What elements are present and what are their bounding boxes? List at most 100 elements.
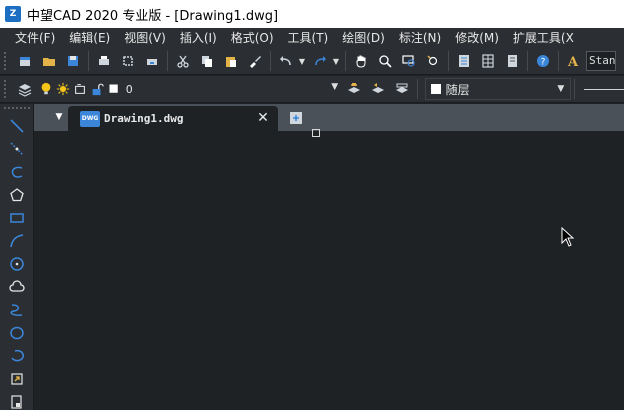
spline-icon xyxy=(10,303,23,316)
crosshair-pickbox xyxy=(312,129,320,137)
menu-edit[interactable]: 编辑(E) xyxy=(62,28,117,48)
draw-toolbar xyxy=(0,104,34,410)
revision-cloud-button[interactable] xyxy=(0,275,34,298)
separator xyxy=(167,51,168,71)
standard-toolbar: ▼ ▼ ? A Stan xyxy=(0,48,624,75)
toolbar-grip[interactable] xyxy=(4,52,10,70)
text-style-button[interactable]: A xyxy=(563,50,585,72)
ellipse-tool-button[interactable] xyxy=(0,321,34,344)
make-block-button[interactable] xyxy=(0,390,34,410)
design-center-button[interactable] xyxy=(477,50,499,72)
tab-drawing1[interactable]: DWG Drawing1.dwg ✕ xyxy=(68,106,278,131)
ellipse-arc-icon xyxy=(11,349,25,361)
separator xyxy=(558,51,559,71)
cut-button[interactable] xyxy=(172,50,194,72)
text-style-select[interactable]: Stan xyxy=(586,51,616,71)
zoom-previous-button[interactable] xyxy=(422,50,444,72)
undo-button[interactable] xyxy=(275,50,297,72)
pan-button[interactable] xyxy=(350,50,372,72)
mouse-pointer-icon xyxy=(561,227,575,247)
menu-modify[interactable]: 修改(M) xyxy=(448,28,506,48)
close-tab-icon[interactable]: ✕ xyxy=(256,110,270,126)
toolbar-grip[interactable] xyxy=(4,80,10,98)
tool-palettes-button[interactable] xyxy=(501,50,523,72)
menu-dimension[interactable]: 标注(N) xyxy=(392,28,448,48)
hand-icon xyxy=(356,55,366,68)
menu-draw[interactable]: 绘图(D) xyxy=(335,28,392,48)
printer-icon xyxy=(99,56,109,65)
circle-tool-button[interactable] xyxy=(0,252,34,275)
tab-label: Drawing1.dwg xyxy=(104,112,184,125)
make-object-layer-current-button[interactable] xyxy=(343,78,365,100)
print-preview-button[interactable] xyxy=(117,50,139,72)
layer-name: 0 xyxy=(125,82,133,96)
redo-button[interactable] xyxy=(309,50,331,72)
layer-previous-button[interactable] xyxy=(367,78,389,100)
layer-dropdown-icon: ▼ xyxy=(331,82,339,92)
spline-tool-button[interactable] xyxy=(0,298,34,321)
menu-extension-tools[interactable]: 扩展工具(X xyxy=(506,28,581,48)
zoom-window-button[interactable] xyxy=(398,50,420,72)
polyline-tool-button[interactable] xyxy=(0,160,34,183)
redo-dropdown-icon[interactable]: ▼ xyxy=(332,50,340,72)
layer-color-swatch-icon xyxy=(107,81,121,97)
layers-toolbar: 0 ▼ 随层 ▼ xyxy=(0,76,624,103)
toolbar-grip[interactable] xyxy=(4,107,30,111)
copy-button[interactable] xyxy=(196,50,218,72)
new-tab-button[interactable] xyxy=(288,110,306,126)
ellipse-icon xyxy=(10,326,24,339)
copy-icon xyxy=(202,56,212,67)
lightbulb-icon xyxy=(39,81,53,97)
arc-tool-button[interactable] xyxy=(0,229,34,252)
insert-block-button[interactable] xyxy=(0,367,34,390)
menu-tools[interactable]: 工具(T) xyxy=(281,28,336,48)
circle-icon xyxy=(10,256,24,271)
title-bar: Z 中望CAD 2020 专业版 - [Drawing1.dwg] xyxy=(0,0,624,28)
drawing-canvas[interactable] xyxy=(34,129,624,410)
properties-button[interactable] xyxy=(453,50,475,72)
menu-bar: 文件(F) 编辑(E) 视图(V) 插入(I) 格式(O) 工具(T) 绘图(D… xyxy=(0,28,624,48)
menu-view[interactable]: 视图(V) xyxy=(117,28,173,48)
separator xyxy=(88,51,89,71)
arc-icon xyxy=(10,233,24,247)
realtime-zoom-button[interactable] xyxy=(374,50,396,72)
match-properties-button[interactable] xyxy=(244,50,266,72)
layer-state-button[interactable] xyxy=(391,78,413,100)
new-file-button[interactable] xyxy=(14,50,36,72)
layer-select[interactable]: 0 ▼ xyxy=(39,78,342,100)
open-file-button[interactable] xyxy=(38,50,60,72)
properties-icon xyxy=(459,55,469,67)
polyline-icon xyxy=(11,166,23,178)
layer-state-icon xyxy=(395,83,408,93)
insert-block-icon xyxy=(11,372,23,385)
help-button[interactable]: ? xyxy=(532,50,554,72)
open-folder-icon xyxy=(43,58,55,66)
tab-list-dropdown-icon[interactable]: ▼ xyxy=(52,110,66,124)
menu-format[interactable]: 格式(O) xyxy=(224,28,281,48)
linetype-preview[interactable] xyxy=(584,88,624,90)
redo-icon xyxy=(315,56,326,66)
separator xyxy=(345,51,346,71)
construction-line-button[interactable] xyxy=(0,137,34,160)
zoom-icon xyxy=(379,55,392,68)
line-tool-button[interactable] xyxy=(0,114,34,137)
paste-button[interactable] xyxy=(220,50,242,72)
polygon-icon xyxy=(10,187,24,201)
layer-manager-button[interactable] xyxy=(14,78,36,100)
text-style-icon: A xyxy=(567,55,579,69)
viewport-freeze-icon xyxy=(73,81,87,97)
help-icon: ? xyxy=(537,55,549,68)
ellipse-arc-button[interactable] xyxy=(0,344,34,367)
undo-dropdown-icon[interactable]: ▼ xyxy=(298,50,306,72)
menu-file[interactable]: 文件(F) xyxy=(8,28,62,48)
make-block-icon xyxy=(11,394,22,409)
publish-button[interactable] xyxy=(141,50,163,72)
menu-insert[interactable]: 插入(I) xyxy=(173,28,224,48)
save-button[interactable] xyxy=(62,50,84,72)
polygon-tool-button[interactable] xyxy=(0,183,34,206)
color-select[interactable]: 随层 ▼ xyxy=(424,78,572,100)
rectangle-tool-button[interactable] xyxy=(0,206,34,229)
print-button[interactable] xyxy=(93,50,115,72)
separator xyxy=(574,79,576,99)
separator xyxy=(270,51,271,71)
